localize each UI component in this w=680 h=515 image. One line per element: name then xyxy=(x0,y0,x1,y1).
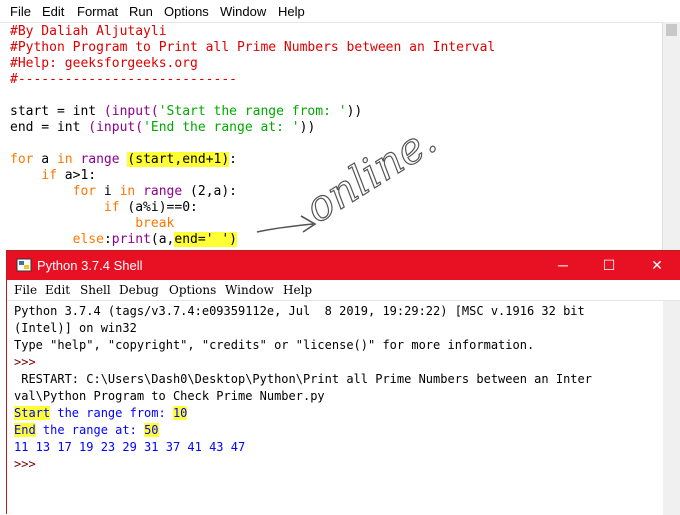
shell-menu-help[interactable]: Help xyxy=(283,283,312,297)
restart-line-1: RESTART: C:\Users\Dash0\Desktop\Python\P… xyxy=(14,372,592,386)
code-if-inner-keyword: if xyxy=(103,200,120,215)
editor-scrollbar-thumb[interactable] xyxy=(666,24,677,36)
code-start-input: (input( xyxy=(103,104,159,119)
code-line-else: else:print(a,end=' ') xyxy=(10,232,238,248)
end-input-value: 50 xyxy=(144,423,159,437)
editor-menubar: File Edit Format Run Options Window Help xyxy=(0,0,680,23)
shell-titlebar[interactable]: Python 3.7.4 Shell ─ ☐ ✕ xyxy=(7,251,680,280)
code-comment-help: #Help: geeksforgeeks.org xyxy=(10,56,198,71)
code-end-var: end = int xyxy=(10,120,81,135)
code-range-fn: range xyxy=(72,152,128,167)
end-prompt-line: End the range at: 50 xyxy=(14,422,159,439)
shell-menubar: File Edit Shell Debug Options Window Hel… xyxy=(7,280,680,301)
start-prompt-line: Start the range from: 10 xyxy=(14,405,188,422)
code-line-start: start = int (input('Start the range from… xyxy=(10,104,362,120)
close-button[interactable]: ✕ xyxy=(634,251,680,280)
editor-scrollbar[interactable] xyxy=(662,22,680,250)
maximize-button[interactable]: ☐ xyxy=(586,251,632,280)
shell-menu-window[interactable]: Window xyxy=(225,283,274,297)
code-for-inner-keyword: for xyxy=(72,184,97,199)
annotation-text: online. xyxy=(296,120,444,232)
shell-menu-shell[interactable]: Shell xyxy=(80,283,111,297)
shell-menu-file[interactable]: File xyxy=(14,283,37,297)
shell-window-title: Python 3.7.4 Shell xyxy=(37,258,143,273)
code-if-inner-cond: (a%i)==0: xyxy=(119,200,198,215)
editor-menu-file[interactable]: File xyxy=(10,4,31,19)
shell-window: Python 3.7.4 Shell ─ ☐ ✕ File Edit Shell… xyxy=(6,250,680,515)
code-for-keyword: for xyxy=(10,152,34,167)
code-line-for-outer: for a in range (start,end+1): xyxy=(10,152,237,168)
code-comment-author: #By Daliah Aljutayli xyxy=(10,24,167,39)
code-else-keyword: else xyxy=(72,232,104,247)
minimize-button[interactable]: ─ xyxy=(540,251,586,280)
code-print-fn: print xyxy=(111,232,151,247)
code-end-input: (input( xyxy=(88,120,144,135)
annotation-arrow-icon xyxy=(256,215,317,233)
shell-menu-debug[interactable]: Debug xyxy=(119,283,159,297)
python-icon xyxy=(16,257,32,276)
banner-line-1: Python 3.7.4 (tags/v3.7.4:e09359112e, Ju… xyxy=(14,304,585,318)
code-for-var: a xyxy=(33,152,57,167)
code-in-keyword: in xyxy=(56,152,73,167)
banner-line-3: Type "help", "copyright", "credits" or "… xyxy=(14,338,535,352)
code-line-break: break xyxy=(10,216,174,232)
code-if-cond: a>1: xyxy=(56,168,97,183)
code-else-colon: : xyxy=(103,232,112,247)
shell-prompt-current[interactable]: >>> xyxy=(14,456,36,473)
code-line-if-outer: if a>1: xyxy=(10,168,96,184)
start-prompt-text: the range from: xyxy=(50,406,173,420)
code-print-args: (a, xyxy=(150,232,175,247)
code-comment-title: #Python Program to Print all Prime Numbe… xyxy=(10,40,496,55)
code-break-keyword: break xyxy=(135,216,175,231)
code-in-inner-keyword: in xyxy=(119,184,136,199)
code-range-inner-args: (2,a): xyxy=(190,184,238,199)
editor-menu-format[interactable]: Format xyxy=(77,4,118,19)
code-line-for-inner: for i in range (2,a): xyxy=(10,184,237,200)
end-prompt-text: the range at: xyxy=(35,423,145,437)
shell-prompt: >>> xyxy=(14,355,36,369)
code-start-close: )) xyxy=(346,104,363,119)
prime-output: 11 13 17 19 23 29 31 37 41 43 47 xyxy=(14,440,246,454)
code-for-inner-var: i xyxy=(96,184,120,199)
editor-menu-window[interactable]: Window xyxy=(220,4,266,19)
code-for-colon: : xyxy=(229,152,237,167)
code-comment-divider: #---------------------------- xyxy=(10,72,237,87)
code-range-inner-fn: range xyxy=(135,184,191,199)
code-start-var: start = int xyxy=(10,104,97,119)
highlight-start-label: Start xyxy=(14,406,51,420)
shell-scrollbar[interactable] xyxy=(663,301,680,515)
code-line-if-inner: if (a%i)==0: xyxy=(10,200,198,216)
editor-menu-edit[interactable]: Edit xyxy=(42,4,64,19)
handwritten-annotation: online. xyxy=(256,120,445,233)
code-if-keyword: if xyxy=(41,168,57,183)
shell-menu-edit[interactable]: Edit xyxy=(45,283,70,297)
editor-menu-run[interactable]: Run xyxy=(129,4,153,19)
highlight-range-args: (start,end+1) xyxy=(127,152,230,167)
editor-menu-options[interactable]: Options xyxy=(164,4,209,19)
highlight-print-end: end=' ') xyxy=(174,232,238,247)
start-input-value: 10 xyxy=(172,406,188,420)
banner-line-2: (Intel)] on win32 xyxy=(14,321,137,335)
editor-menu-help[interactable]: Help xyxy=(278,4,305,19)
restart-line-2: val\Python Program to Check Prime Number… xyxy=(14,389,325,403)
highlight-end-label: End xyxy=(14,423,36,437)
code-start-prompt: 'Start the range from: ' xyxy=(158,104,347,119)
shell-menu-options[interactable]: Options xyxy=(169,283,216,297)
